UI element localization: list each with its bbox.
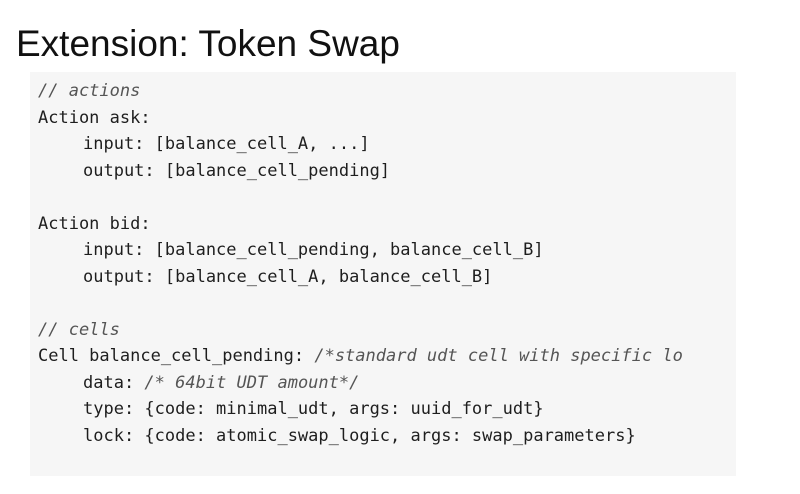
code-ask-output: output: [balance_cell_pending] (83, 160, 391, 181)
code-bid-input: input: [balance_cell_pending, balance_ce… (83, 240, 544, 260)
code-data-line: data: /* 64bit UDT amount*/ (38, 370, 736, 397)
code-bid-output: output: [balance_cell_A, balance_cell_B] (83, 266, 493, 287)
code-cell-declaration-comment: /*standard udt cell with specific lo (314, 346, 683, 366)
slide-title: Extension: Token Swap (16, 23, 400, 64)
code-data-key: data: (83, 372, 145, 393)
code-lock-line: lock: {code: atomic_swap_logic, args: sw… (83, 425, 636, 446)
code-action-bid-header: Action bid: (38, 213, 151, 234)
code-lines: // actions Action ask: input: [balance_c… (38, 78, 736, 449)
code-data-comment: /* 64bit UDT amount*/ (144, 372, 360, 393)
code-ask-input: input: [balance_cell_A, ...] (83, 134, 370, 154)
code-block: // actions Action ask: input: [balance_c… (30, 72, 736, 476)
code-cell-declaration-text: Cell balance_cell_pending: (38, 346, 315, 366)
code-action-ask-header: Action ask: (38, 107, 151, 128)
slide: Extension: Token Swap // actions Action … (0, 0, 800, 494)
code-type-line: type: {code: minimal_udt, args: uuid_for… (83, 399, 544, 419)
code-comment-cells: // cells (38, 319, 120, 340)
code-comment-actions: // actions (38, 81, 141, 101)
code-cell-declaration: Cell balance_cell_pending: /*standard ud… (38, 343, 736, 370)
